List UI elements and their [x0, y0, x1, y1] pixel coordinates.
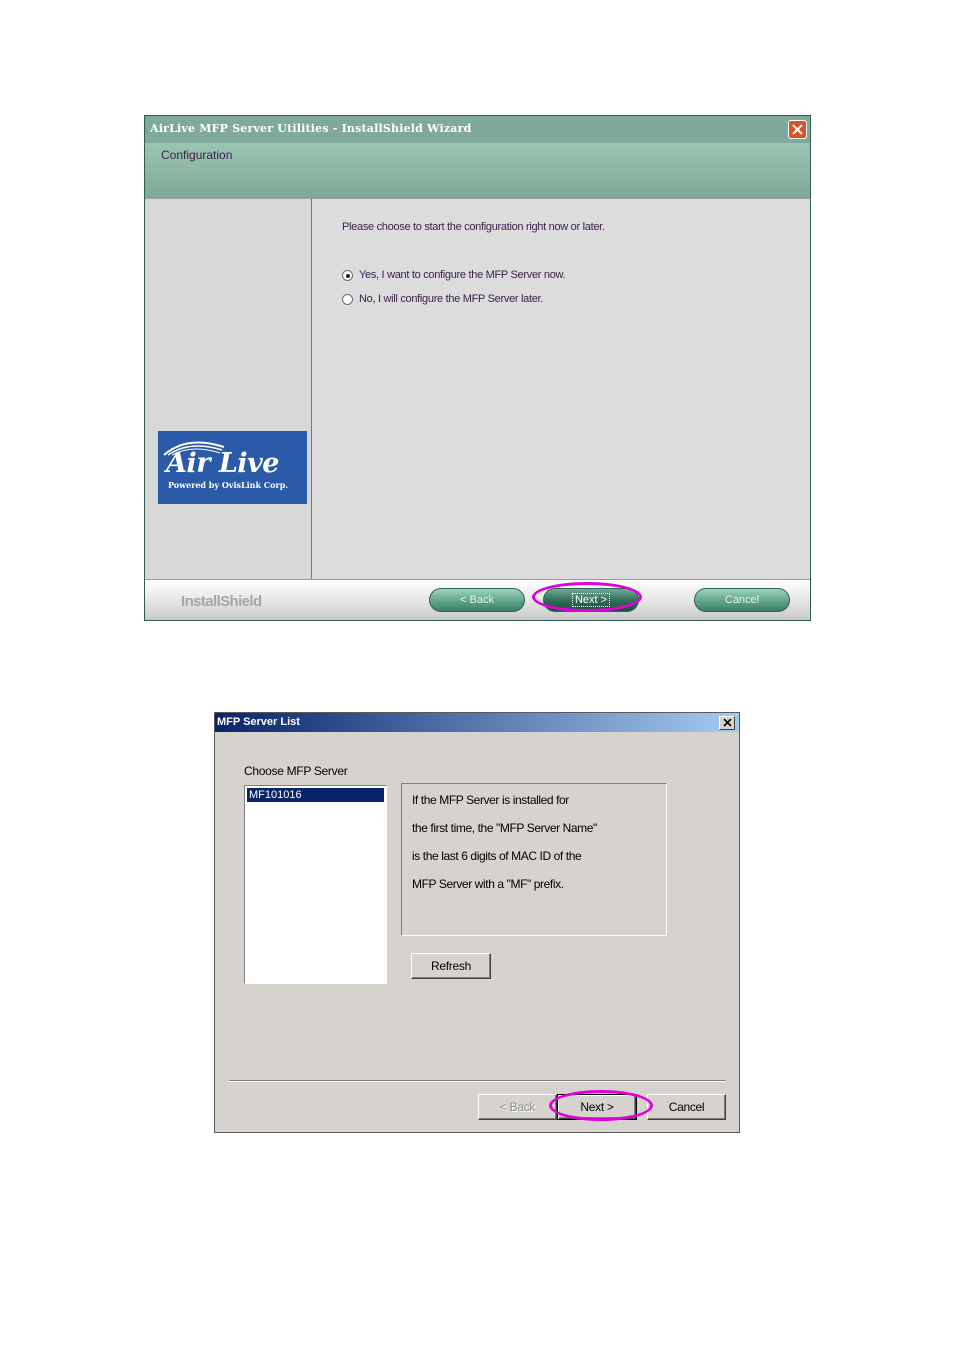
choose-server-label: Choose MFP Server [244, 764, 348, 778]
server-list-next-button[interactable]: Next > [557, 1094, 637, 1120]
option-configure-later-label: No, I will configure the MFP Server late… [359, 293, 544, 305]
wizard-back-button[interactable]: < Back [429, 588, 525, 612]
airlive-logo: Air Live Powered by OvisLink Corp. [158, 431, 307, 504]
wizard-next-button[interactable]: Next > [543, 588, 639, 612]
server-list-item[interactable]: MF101016 [247, 788, 384, 802]
server-info-box: If the MFP Server is installed for the f… [401, 783, 667, 936]
wizard-cancel-button[interactable]: Cancel [694, 588, 790, 612]
installshield-brand: InstallShield [181, 593, 262, 610]
installshield-wizard-window: AirLive MFP Server Utilities - InstallSh… [144, 115, 811, 621]
wizard-side-panel: Air Live Powered by OvisLink Corp. [145, 198, 312, 579]
server-list-close-button[interactable] [719, 716, 735, 730]
server-listbox[interactable]: MF101016 [244, 785, 387, 984]
info-line: the first time, the "MFP Server Name" [412, 821, 597, 835]
info-line: is the last 6 digits of MAC ID of the [412, 849, 582, 863]
server-list-back-button[interactable]: < Back [478, 1094, 557, 1120]
server-list-cancel-button[interactable]: Cancel [647, 1094, 726, 1120]
radio-selected-icon[interactable] [342, 270, 353, 281]
logo-wordmark: Air Live [166, 448, 279, 479]
info-line: If the MFP Server is installed for [412, 793, 569, 807]
footer-separator [229, 1080, 726, 1082]
refresh-button[interactable]: Refresh [411, 953, 491, 979]
wizard-content: Please choose to start the configuration… [312, 198, 810, 579]
wizard-title: AirLive MFP Server Utilities - InstallSh… [150, 122, 472, 135]
wizard-footer: InstallShield < Back Next > Cancel [145, 579, 810, 620]
info-line: MFP Server with a "MF" prefix. [412, 877, 564, 891]
server-list-title-bar: MFP Server List [215, 713, 739, 732]
wizard-next-label: Next > [571, 593, 611, 607]
mfp-server-list-window: MFP Server List Choose MFP Server MF1010… [214, 712, 740, 1133]
option-configure-now-label: Yes, I want to configure the MFP Server … [359, 269, 566, 281]
option-configure-later[interactable]: No, I will configure the MFP Server late… [342, 293, 582, 307]
close-icon [723, 719, 732, 727]
server-list-title: MFP Server List [217, 716, 300, 728]
wizard-close-button[interactable] [788, 120, 807, 139]
radio-unselected-icon[interactable] [342, 294, 353, 305]
close-icon [792, 124, 803, 135]
wizard-prompt: Please choose to start the configuration… [342, 221, 605, 233]
logo-tagline: Powered by OvisLink Corp. [168, 480, 289, 490]
option-configure-now[interactable]: Yes, I want to configure the MFP Server … [342, 269, 582, 283]
wizard-header: Configuration [145, 143, 810, 198]
wizard-header-title: Configuration [161, 148, 233, 162]
wizard-title-bar: AirLive MFP Server Utilities - InstallSh… [145, 116, 810, 143]
